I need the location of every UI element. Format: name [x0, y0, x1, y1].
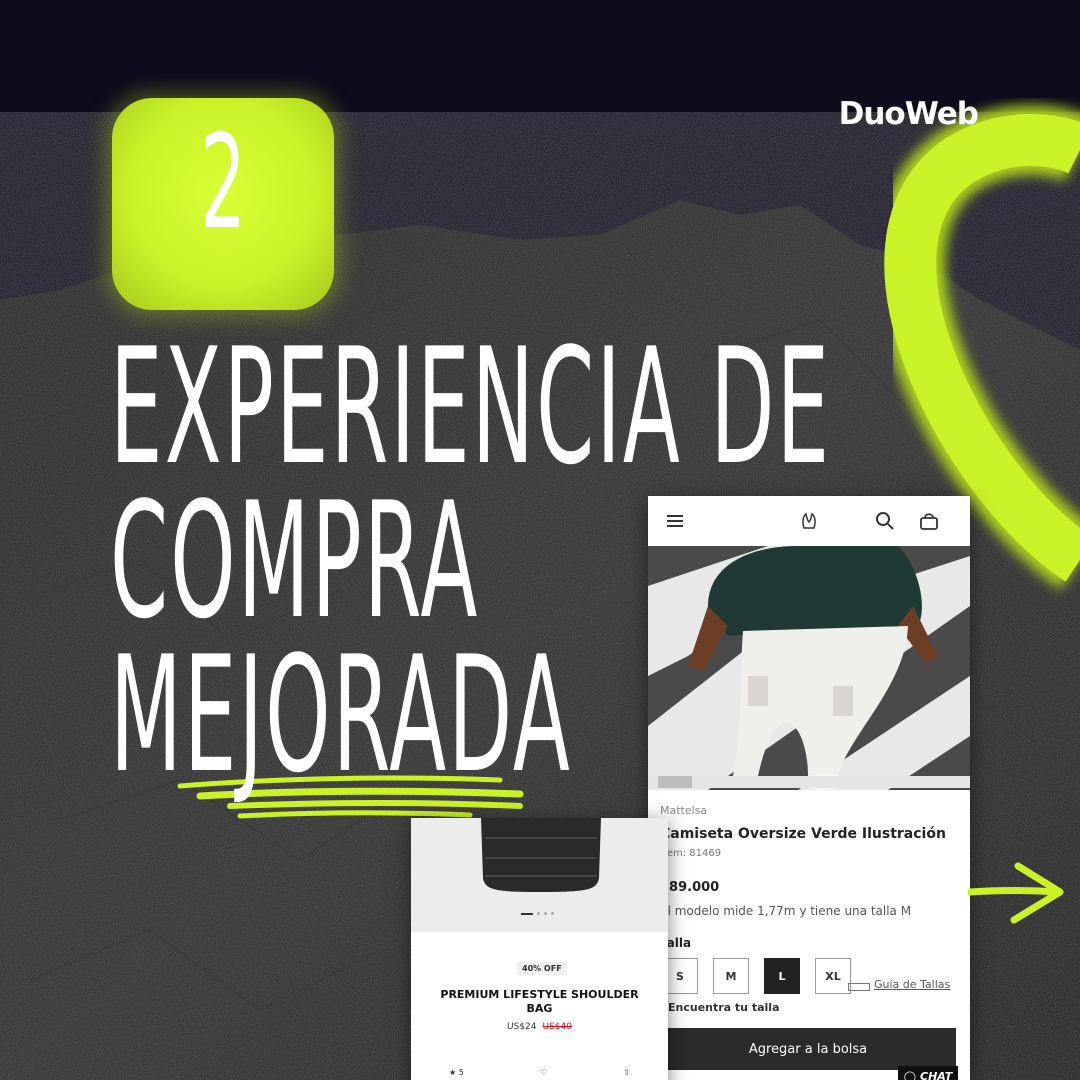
- rating: ★ 5: [449, 1068, 464, 1077]
- carousel-dot[interactable]: [551, 912, 554, 915]
- size-option-xl[interactable]: XL: [815, 958, 851, 994]
- model-note: El modelo mide 1,77m y tiene una talla M: [660, 904, 912, 918]
- size-selector: S M L XL: [662, 958, 851, 994]
- chat-icon: ◯: [903, 1069, 917, 1080]
- post-canvas: DuoWeb 2 EXPERIENCIA DE COMPRA MEJORADA: [0, 0, 1080, 1080]
- chat-button[interactable]: ◯ CHAT: [898, 1066, 958, 1080]
- bag-image-area: [411, 818, 668, 932]
- bag-price-row: US$24 US$40: [411, 1022, 668, 1032]
- bag-product-card: 40% OFF PREMIUM LIFESTYLE SHOULDER BAG U…: [411, 818, 668, 1080]
- size-option-l[interactable]: L: [764, 958, 800, 994]
- product-page-header: [648, 496, 970, 547]
- carousel-dots[interactable]: [521, 912, 554, 915]
- search-icon[interactable]: [874, 510, 896, 532]
- discount-badge: 40% OFF: [517, 962, 567, 975]
- image-scrollbar[interactable]: [648, 776, 970, 788]
- bag-actions: ★ 5 ♡ ⇧: [411, 1068, 668, 1077]
- add-to-bag-button[interactable]: Agregar a la bolsa: [660, 1028, 956, 1070]
- find-size-link[interactable]: Encuentra tu talla: [668, 1001, 780, 1014]
- step-number: 2: [199, 106, 247, 258]
- size-guide-link[interactable]: Guía de Tallas: [874, 978, 950, 991]
- size-option-m[interactable]: M: [713, 958, 749, 994]
- chat-label: CHAT: [920, 1069, 953, 1080]
- heart-icon[interactable]: ♡: [540, 1068, 547, 1077]
- product-price: $89.000: [660, 880, 720, 895]
- product-page-screenshot: Mattelsa Camiseta Oversize Verde Ilustra…: [648, 496, 970, 1080]
- brand-logo: DuoWeb: [838, 96, 979, 132]
- arrow-right-decoration: [968, 862, 1064, 924]
- scrollbar-thumb[interactable]: [658, 776, 692, 788]
- headline-line-1: EXPERIENCIA DE: [110, 313, 832, 500]
- carousel-dot-active[interactable]: [521, 912, 533, 915]
- product-photo: [648, 546, 970, 790]
- bag-price: US$24: [507, 1022, 537, 1032]
- product-item-number: Item: 81469: [660, 848, 722, 859]
- bag-old-price: US$40: [542, 1022, 572, 1032]
- logo-icon[interactable]: [798, 510, 820, 532]
- product-name: Camiseta Oversize Verde Ilustración: [660, 826, 946, 842]
- cart-icon[interactable]: [918, 510, 940, 532]
- carousel-dot[interactable]: [537, 912, 540, 915]
- ruler-icon: [848, 983, 870, 991]
- product-vendor: Mattelsa: [660, 804, 708, 817]
- share-icon[interactable]: ⇧: [623, 1068, 630, 1077]
- carousel-dot[interactable]: [544, 912, 547, 915]
- bag-title: PREMIUM LIFESTYLE SHOULDER BAG: [440, 988, 639, 1015]
- menu-icon[interactable]: [664, 510, 686, 532]
